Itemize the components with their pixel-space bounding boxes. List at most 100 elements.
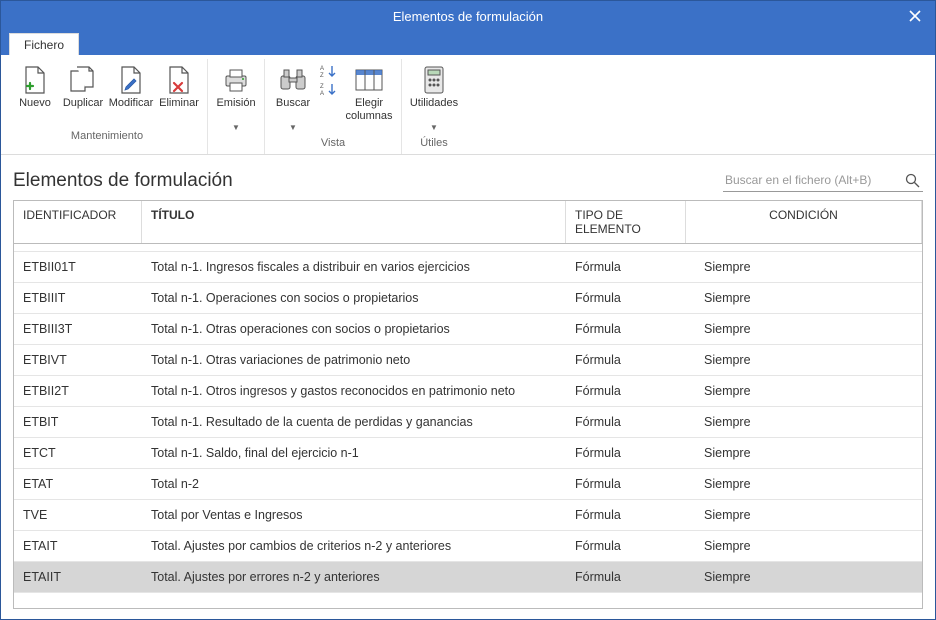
modify-label: Modificar [109,97,154,125]
table-row[interactable]: ETBII01TTotal n-1. Ingresos fiscales a d… [14,252,922,283]
svg-text:A: A [320,91,324,96]
modify-button[interactable]: Modificar [107,59,155,127]
table-row[interactable]: ETBIVTTotal n-1. Otras variaciones de pa… [14,345,922,376]
cell-title: Total n-1. Saldo, final del ejercicio n-… [142,438,566,468]
svg-text:Z: Z [320,84,324,90]
col-header-title[interactable]: TÍTULO [142,201,566,243]
svg-text:A: A [320,66,324,72]
duplicate-button[interactable]: Duplicar [59,59,107,127]
cell-title: Total n-2 [142,469,566,499]
new-button[interactable]: Nuevo [11,59,59,127]
group-title-utils: Útiles [420,134,448,154]
close-icon [909,10,921,22]
cell-type: Fórmula [566,376,686,406]
cell-id: TVE [14,500,142,530]
row-spacer [14,244,922,252]
columns-icon [354,63,384,97]
window-title: Elementos de formulación [393,9,543,24]
data-table: IDENTIFICADOR TÍTULO TIPO DE ELEMENTO CO… [13,200,923,609]
cell-id: ETBIVT [14,345,142,375]
document-new-icon [22,63,48,97]
cell-type: Fórmula [566,469,686,499]
sort-desc-button[interactable]: ZA [318,81,340,97]
col-header-type[interactable]: TIPO DE ELEMENTO [566,201,686,243]
col-header-id[interactable]: IDENTIFICADOR [14,201,142,243]
new-label: Nuevo [19,97,51,125]
cell-title: Total por Ventas e Ingresos [142,500,566,530]
cell-type: Fórmula [566,407,686,437]
chevron-down-icon: ▼ [430,123,438,132]
table-row[interactable]: ETCTTotal n-1. Saldo, final del ejercici… [14,438,922,469]
cell-cond: Siempre [686,407,922,437]
group-title-blank [234,134,237,154]
cell-title: Total n-1. Ingresos fiscales a distribui… [142,252,566,282]
group-items: Emisión ▼ [212,59,260,134]
search-icon[interactable] [903,171,921,189]
cell-cond: Siempre [686,252,922,282]
utilities-label: Utilidades [410,97,458,125]
duplicate-label: Duplicar [63,97,103,125]
chevron-down-icon: ▼ [232,123,240,132]
cell-cond: Siempre [686,469,922,499]
ribbon-group-maintenance: Nuevo Duplicar Modificar [7,59,208,154]
tab-strip: Fichero [1,31,935,55]
cell-type: Fórmula [566,345,686,375]
cell-id: ETBIII3T [14,314,142,344]
group-title-view: Vista [321,134,345,154]
search-button[interactable]: Buscar ▼ [269,59,317,134]
cell-title: Total. Ajustes por errores n-2 y anterio… [142,562,566,592]
cell-title: Total n-1. Operaciones con socios o prop… [142,283,566,313]
cell-type: Fórmula [566,562,686,592]
table-header: IDENTIFICADOR TÍTULO TIPO DE ELEMENTO CO… [14,201,922,244]
titlebar: Elementos de formulación [1,1,935,31]
sort-buttons: AZ ZA [317,59,341,127]
table-row[interactable]: ETAITTotal. Ajustes por cambios de crite… [14,531,922,562]
col-header-cond[interactable]: CONDICIÓN [686,201,922,243]
chevron-down-icon: ▼ [289,123,297,132]
cell-type: Fórmula [566,438,686,468]
cell-id: ETBIT [14,407,142,437]
cell-id: ETBII01T [14,252,142,282]
search-input[interactable] [725,173,903,187]
cell-type: Fórmula [566,252,686,282]
cell-type: Fórmula [566,314,686,344]
delete-label: Eliminar [159,97,199,125]
table-row[interactable]: TVETotal por Ventas e IngresosFórmulaSie… [14,500,922,531]
cell-cond: Siempre [686,500,922,530]
cell-title: Total n-1. Otros ingresos y gastos recon… [142,376,566,406]
table-row[interactable]: ETBITTotal n-1. Resultado de la cuenta d… [14,407,922,438]
table-row[interactable]: ETBIIITTotal n-1. Operaciones con socios… [14,283,922,314]
cell-id: ETBIIIT [14,283,142,313]
cell-cond: Siempre [686,531,922,561]
delete-button[interactable]: Eliminar [155,59,203,127]
cell-title: Total n-1. Otras operaciones con socios … [142,314,566,344]
tab-file[interactable]: Fichero [9,33,79,55]
emission-button[interactable]: Emisión ▼ [212,59,260,134]
close-button[interactable] [895,1,935,31]
ribbon-group-utils: Utilidades ▼ Útiles [402,59,466,154]
cell-id: ETAIT [14,531,142,561]
search-label: Buscar [276,97,310,125]
search-field-wrap [723,169,923,192]
cell-title: Total. Ajustes por cambios de criterios … [142,531,566,561]
cell-cond: Siempre [686,283,922,313]
cell-cond: Siempre [686,314,922,344]
cell-cond: Siempre [686,562,922,592]
table-row[interactable]: ETBIII3TTotal n-1. Otras operaciones con… [14,314,922,345]
columns-label: Elegir columnas [342,97,396,125]
ribbon-group-view: Buscar ▼ AZ ZA [265,59,402,154]
choose-columns-button[interactable]: Elegir columnas [341,59,397,127]
content-body: Elementos de formulación IDENTIFICADOR T… [1,155,935,619]
sort-desc-icon: ZA [320,82,338,96]
table-row[interactable]: ETAIITTotal. Ajustes por errores n-2 y a… [14,562,922,593]
table-row[interactable]: ETATTotal n-2FórmulaSiempre [14,469,922,500]
sort-asc-button[interactable]: AZ [318,63,340,79]
cell-id: ETBII2T [14,376,142,406]
document-edit-icon [118,63,144,97]
table-body[interactable]: ETBII01TTotal n-1. Ingresos fiscales a d… [14,244,922,608]
sort-spacer [327,97,330,125]
table-row[interactable]: ETBII2TTotal n-1. Otros ingresos y gasto… [14,376,922,407]
printer-icon [222,63,250,97]
utilities-button[interactable]: Utilidades ▼ [406,59,462,134]
cell-type: Fórmula [566,500,686,530]
